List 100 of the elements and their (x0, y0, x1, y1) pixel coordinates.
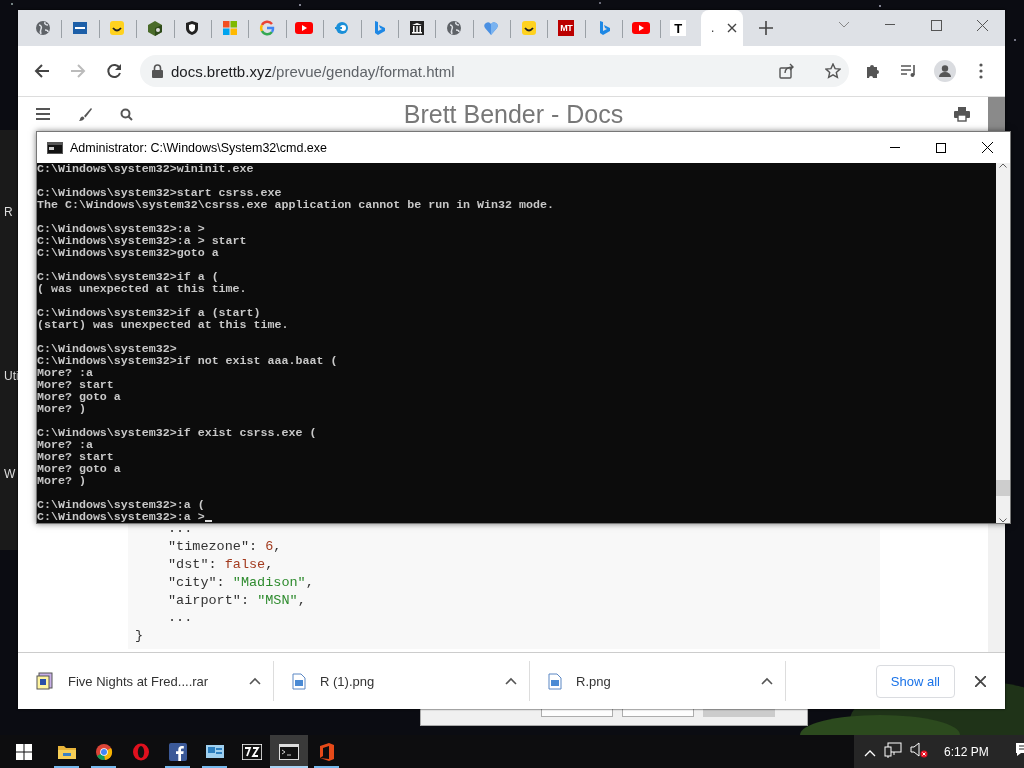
google-logo-icon (259, 20, 276, 36)
shield-icon (184, 20, 201, 36)
console-line: More? ) (37, 403, 86, 415)
console-line: C:\Windows\system32>wininit.exe (37, 163, 254, 175)
console-line: More? ) (37, 475, 86, 487)
scrollbar-thumb[interactable] (996, 480, 1010, 496)
heart-icon (483, 20, 500, 36)
chevron-up-icon (505, 677, 517, 685)
console-line: C:\Windows\system32> (37, 343, 177, 355)
office-icon (318, 742, 335, 761)
console-line: More? :a (37, 367, 93, 379)
console-line: C:\Windows\system32>start csrss.exe (37, 187, 282, 199)
console-line: C:\Windows\system32>if a ( (37, 271, 219, 283)
code-line: "city": "Madison", (168, 573, 314, 592)
playlist-icon (900, 63, 918, 79)
text-cursor (204, 520, 212, 522)
chevron-down-icon (999, 518, 1007, 523)
image-file-icon (292, 672, 306, 690)
square-logo-icon (72, 20, 89, 36)
back-arrow-icon (34, 63, 50, 79)
console-line: C:\Windows\system32>goto a (37, 247, 219, 259)
volume-muted-icon (910, 741, 928, 758)
puzzle-icon (865, 63, 881, 79)
search-icon (120, 107, 133, 121)
show-all-button[interactable]: Show all (875, 664, 955, 698)
code-line: "dst": false, (168, 556, 274, 574)
console-line: More? goto a (37, 391, 121, 403)
browser-tab[interactable]: T (659, 10, 698, 46)
download-item[interactable]: R (1).png (292, 661, 530, 701)
brush-icon (78, 107, 92, 121)
windows-logo-icon (221, 20, 238, 36)
console-line: C:\Windows\system32>if not exist aaa.baat ( (37, 355, 338, 367)
browser-tab[interactable]: . (701, 10, 744, 46)
download-item[interactable]: Five Nights at Fred....rar (36, 661, 274, 701)
swirl-icon (333, 20, 350, 36)
code-line: ... (168, 521, 193, 539)
console-line: More? start (37, 379, 114, 391)
image-file-icon (548, 672, 562, 690)
background-text: Uti (4, 369, 19, 383)
close-icon (976, 19, 988, 31)
network-icon (884, 741, 902, 758)
console-line: The C:\Windows\system32\csrss.exe application cannot be run in Win32 mode. (37, 199, 554, 211)
console-line: C:\Windows\system32>:a ( (37, 499, 205, 511)
share-icon (779, 63, 795, 79)
address-bar[interactable]: docs.brettb.xyz/prevue/genday/format.html (140, 55, 849, 87)
chevron-down-icon (838, 21, 850, 29)
console-line: C:\Windows\system32>if exist csrss.exe ( (37, 427, 317, 439)
chevron-up-icon (249, 677, 261, 685)
forward-arrow-icon (70, 63, 86, 79)
close-icon (727, 23, 738, 33)
windows-icon (16, 743, 32, 760)
scrollbar-thumb[interactable] (988, 97, 1005, 131)
minimize-icon (885, 24, 895, 26)
menu-icon (36, 108, 50, 120)
control-panel-icon (204, 742, 225, 761)
avatar-icon (934, 60, 956, 82)
close-icon (974, 675, 986, 687)
smiley-icon (520, 20, 537, 36)
code-line: "airport": "MSN", (168, 591, 306, 610)
theme-button[interactable] (78, 107, 92, 121)
browser-tab[interactable]: MT (547, 10, 585, 46)
console-line: C:\Windows\system32>if a (start) (37, 307, 261, 319)
minimize-icon (890, 146, 900, 149)
console-line: C:\Windows\system32>:a > (37, 223, 205, 235)
sevenzip-icon (241, 743, 262, 760)
reload-icon (106, 63, 122, 79)
search-button[interactable] (120, 107, 133, 121)
logo-letters: T (670, 20, 687, 36)
menu-button[interactable] (36, 108, 50, 120)
globe-icon (34, 20, 51, 36)
print-button[interactable] (954, 106, 970, 122)
printer-icon (954, 106, 970, 122)
lock-icon (152, 64, 163, 78)
code-line: } (135, 627, 144, 645)
chrome-icon (94, 742, 113, 761)
play-icon (295, 20, 314, 36)
star-icon (825, 63, 841, 79)
plus-icon (759, 21, 774, 35)
chevron-up-icon (999, 163, 1007, 168)
play-icon (631, 20, 650, 36)
code-line: "timezone": 6, (168, 538, 282, 556)
download-item[interactable]: R.png (548, 661, 786, 701)
logo-letters: MT (558, 20, 575, 36)
more-icon (979, 63, 983, 79)
chevron-up-icon (761, 677, 773, 685)
clock[interactable]: 6:12 PM (944, 744, 989, 759)
close-icon (981, 142, 993, 153)
console-line: More? :a (37, 439, 93, 451)
globe-icon (446, 20, 462, 36)
scrollbar[interactable] (996, 163, 1010, 523)
console-line: More? start (37, 451, 114, 463)
taskbar-app[interactable] (270, 735, 308, 768)
background-text: W (4, 467, 16, 481)
terminal-icon (279, 743, 299, 760)
pillars-icon (408, 20, 425, 36)
maximize-icon (936, 142, 946, 153)
console-line: ( was unexpected at this time. (37, 283, 247, 295)
facebook-icon (168, 742, 187, 761)
chevron-up-icon (864, 748, 876, 757)
background-text: R (4, 205, 13, 219)
